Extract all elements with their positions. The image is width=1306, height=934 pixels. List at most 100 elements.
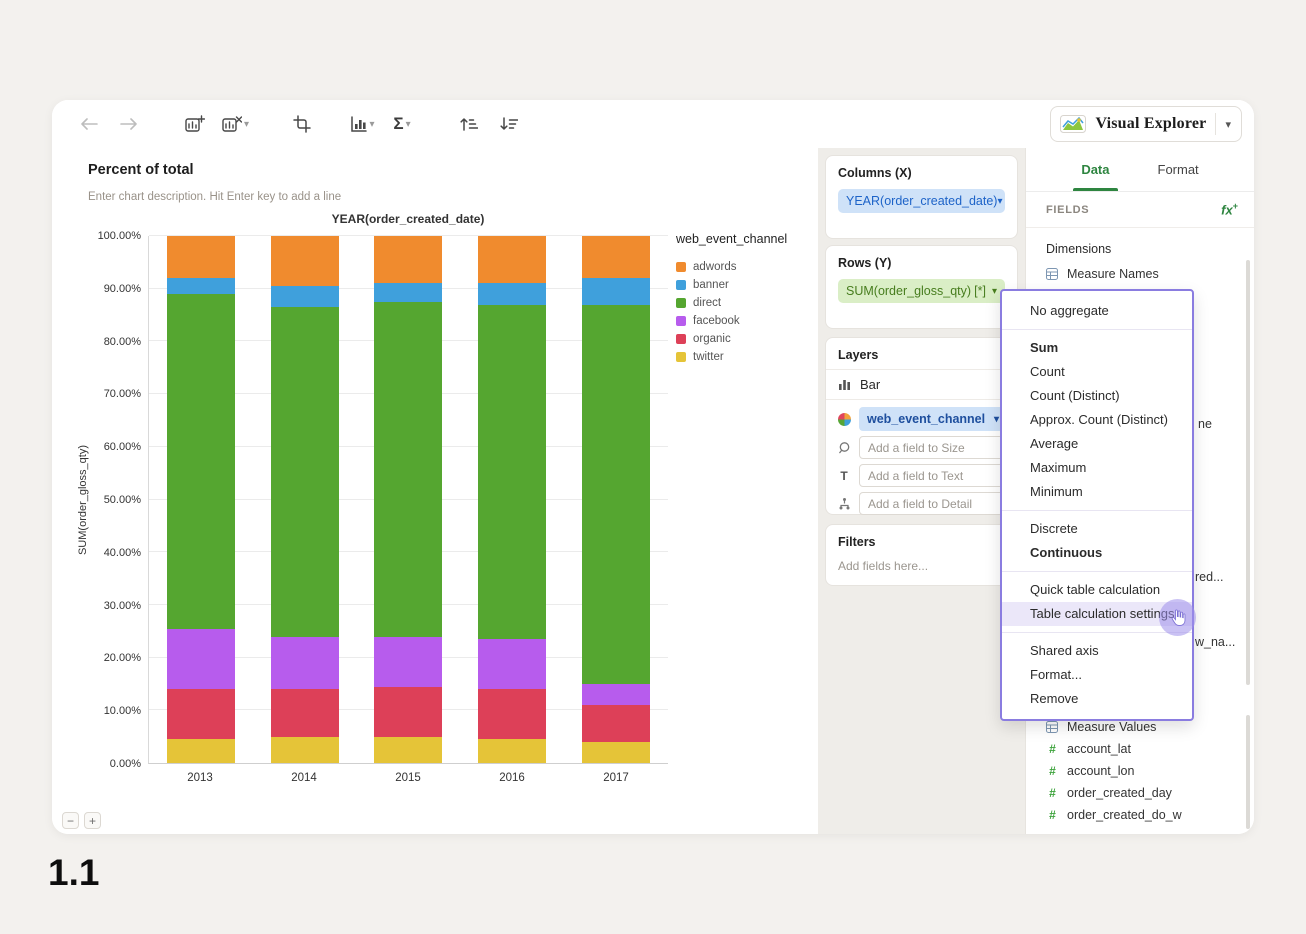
menu-item-maximum[interactable]: Maximum <box>1002 456 1192 480</box>
context-menu: No aggregate Sum Count Count (Distinct) Appr… <box>1000 289 1194 721</box>
redo-button[interactable] <box>116 109 142 139</box>
bar-segment-banner[interactable] <box>478 283 547 305</box>
bar-segment-organic[interactable] <box>374 686 443 737</box>
stacked-bar[interactable] <box>166 236 235 763</box>
size-field-input[interactable]: Add a field to Size <box>859 436 1007 459</box>
menu-item-remove[interactable]: Remove <box>1002 687 1192 711</box>
chart-type-button[interactable]: ▾ <box>349 109 375 139</box>
filters-drop-zone[interactable]: Add fields here... <box>838 559 1005 573</box>
undo-button[interactable] <box>76 109 102 139</box>
bar-segment-twitter[interactable] <box>478 739 547 763</box>
add-chart-button[interactable] <box>182 109 208 139</box>
bar-segment-twitter[interactable] <box>374 736 443 763</box>
menu-item-table-calculation-settings[interactable]: Table calculation settings <box>1002 602 1192 626</box>
bar-segment-facebook[interactable] <box>478 639 547 690</box>
bar-segment-direct[interactable] <box>270 307 339 637</box>
field-item[interactable]: Measure Names <box>1026 263 1254 285</box>
legend-item[interactable]: adwords <box>676 258 816 276</box>
menu-item-minimum[interactable]: Minimum <box>1002 480 1192 504</box>
bar-segment-adwords[interactable] <box>374 236 443 284</box>
field-item[interactable]: # account_lon <box>1026 760 1254 782</box>
field-item[interactable]: # order_created_do_w <box>1026 804 1254 826</box>
remove-chart-button[interactable]: ▾ <box>222 109 249 139</box>
bar-segment-direct[interactable] <box>166 294 235 629</box>
bar-segment-direct[interactable] <box>478 304 547 640</box>
mark-type-row[interactable]: Bar <box>826 370 1017 400</box>
color-field-pill[interactable]: web_event_channel ▾ <box>859 407 1007 431</box>
sort-descending-button[interactable] <box>495 109 521 139</box>
bar-segment-organic[interactable] <box>270 689 339 737</box>
filters-shelf: Filters Add fields here... <box>825 524 1018 586</box>
y-tick-label: 50.00% <box>103 494 141 506</box>
bar-segment-banner[interactable] <box>374 283 443 302</box>
bar-segment-facebook[interactable] <box>582 683 651 706</box>
text-field-input[interactable]: Add a field to Text <box>859 464 1007 487</box>
bar-segment-organic[interactable] <box>582 705 651 742</box>
bar-segment-facebook[interactable] <box>166 628 235 690</box>
field-item[interactable]: # order_created_day <box>1026 782 1254 804</box>
fields-scrollbar[interactable] <box>1246 260 1250 685</box>
field-item[interactable]: # account_lat <box>1026 738 1254 760</box>
menu-item-count-distinct[interactable]: Count (Distinct) <box>1002 384 1192 408</box>
menu-item-sum[interactable]: Sum <box>1002 336 1192 360</box>
columns-field-pill[interactable]: YEAR(order_created_date) ▾ <box>838 189 1005 213</box>
stacked-bar[interactable] <box>582 236 651 763</box>
crop-button[interactable] <box>289 109 315 139</box>
sort-ascending-button[interactable] <box>455 109 481 139</box>
menu-item-count[interactable]: Count <box>1002 360 1192 384</box>
bar-segment-organic[interactable] <box>478 689 547 740</box>
menu-item-approx-count-distinct[interactable]: Approx. Count (Distinct) <box>1002 408 1192 432</box>
chart-title[interactable]: Percent of total <box>88 162 194 178</box>
menu-divider <box>1002 632 1192 633</box>
remove-chart-icon <box>222 116 242 132</box>
zoom-in-button[interactable]: + <box>84 812 101 829</box>
chart-description-placeholder[interactable]: Enter chart description. Hit Enter key t… <box>88 191 341 203</box>
bar-segment-banner[interactable] <box>582 278 651 305</box>
bar-segment-facebook[interactable] <box>374 636 443 687</box>
aggregate-button[interactable]: Σ ▾ <box>389 109 415 139</box>
menu-item-continuous[interactable]: Continuous <box>1002 541 1192 565</box>
menu-item-shared-axis[interactable]: Shared axis <box>1002 639 1192 663</box>
bar-segment-direct[interactable] <box>374 301 443 637</box>
zoom-out-button[interactable]: − <box>62 812 79 829</box>
detail-field-input[interactable]: Add a field to Detail <box>859 492 1007 515</box>
bar-segment-adwords[interactable] <box>478 236 547 284</box>
tab-format[interactable]: Format <box>1158 148 1199 191</box>
visual-explorer-menu[interactable]: Visual Explorer ▾ <box>1050 106 1242 142</box>
bar-segment-twitter[interactable] <box>166 739 235 763</box>
legend-label: organic <box>693 333 731 345</box>
legend-item[interactable]: twitter <box>676 348 816 366</box>
add-calculation-button[interactable]: fx+ <box>1221 201 1238 217</box>
menu-item-format[interactable]: Format... <box>1002 663 1192 687</box>
bar-segment-adwords[interactable] <box>270 236 339 287</box>
menu-item-discrete[interactable]: Discrete <box>1002 517 1192 541</box>
menu-item-no-aggregate[interactable]: No aggregate <box>1002 299 1192 323</box>
bar-segment-adwords[interactable] <box>582 236 651 279</box>
rows-shelf-title: Rows (Y) <box>838 256 892 270</box>
bar-segment-facebook[interactable] <box>270 636 339 690</box>
legend-item[interactable]: direct <box>676 294 816 312</box>
tab-data[interactable]: Data <box>1073 148 1118 191</box>
rows-shelf: Rows (Y) SUM(order_gloss_qty) [*] ▾ <box>825 245 1018 329</box>
bar-segment-twitter[interactable] <box>582 741 651 763</box>
chevron-down-icon: ▾ <box>991 285 997 297</box>
bar-segment-banner[interactable] <box>270 286 339 308</box>
measures-scrollbar[interactable] <box>1246 715 1250 829</box>
legend-item[interactable]: facebook <box>676 312 816 330</box>
bar-segment-direct[interactable] <box>582 304 651 684</box>
menu-item-average[interactable]: Average <box>1002 432 1192 456</box>
menu-item-quick-table-calculation[interactable]: Quick table calculation <box>1002 578 1192 602</box>
stacked-bar[interactable] <box>374 236 443 763</box>
rows-field-pill[interactable]: SUM(order_gloss_qty) [*] ▾ <box>838 279 1005 303</box>
stacked-bar[interactable] <box>478 236 547 763</box>
bar-segment-twitter[interactable] <box>270 736 339 763</box>
legend-item[interactable]: organic <box>676 330 816 348</box>
bar-segment-adwords[interactable] <box>166 236 235 279</box>
stacked-bar[interactable] <box>270 236 339 763</box>
legend-item[interactable]: banner <box>676 276 816 294</box>
fields-header: FIELDS fx+ <box>1026 192 1254 228</box>
bar-segment-organic[interactable] <box>166 689 235 740</box>
bar-column <box>460 236 564 763</box>
arrow-left-icon <box>81 118 98 130</box>
bar-segment-banner[interactable] <box>166 278 235 294</box>
